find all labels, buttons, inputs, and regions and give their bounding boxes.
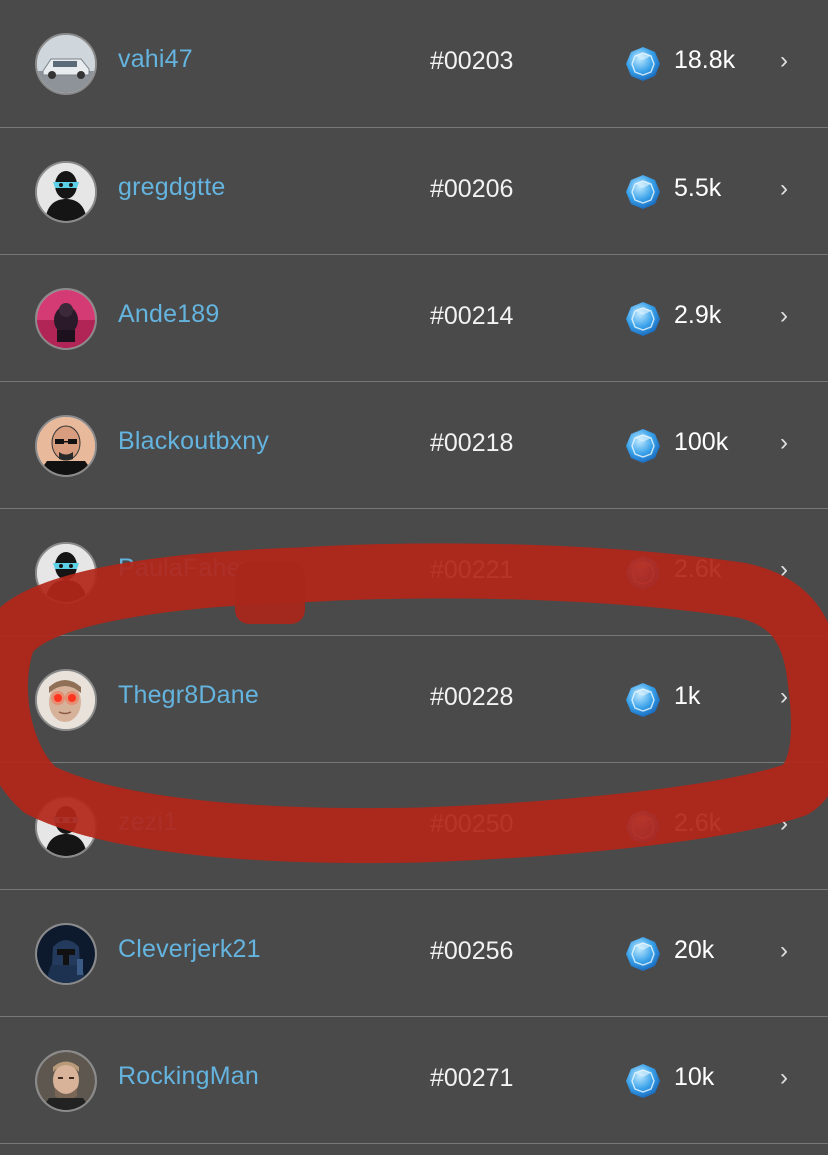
leaderboard-list: vahi47 #00203 18.8k › gregdgtte #00206 5… — [0, 0, 828, 1144]
player-rank: #00221 — [430, 556, 514, 584]
gem-score: 5.5k — [674, 174, 722, 202]
pink-photo-avatar[interactable] — [35, 288, 97, 350]
leaderboard-row[interactable]: zezi1 #00250 2.6k › — [0, 763, 828, 890]
leaderboard-row[interactable]: Cleverjerk21 #00256 20k › — [0, 890, 828, 1017]
player-rank: #00218 — [430, 429, 514, 457]
player-rank: #00256 — [430, 937, 514, 965]
player-rank: #00203 — [430, 47, 514, 75]
blue-gem-icon — [624, 1062, 662, 1100]
blue-gem-icon — [624, 300, 662, 338]
gem-score: 10k — [674, 1063, 715, 1091]
leaderboard-page: vahi47 #00203 18.8k › gregdgtte #00206 5… — [0, 0, 828, 1155]
player-rank: #00271 — [430, 1064, 514, 1092]
username-link[interactable]: RockingMan — [118, 1062, 259, 1091]
leaderboard-row[interactable]: RockingMan #00271 10k › — [0, 1017, 828, 1144]
masked-silhouette-avatar[interactable] — [35, 161, 97, 223]
leaderboard-row[interactable]: Ande189 #00214 2.9k › — [0, 255, 828, 382]
chevron-right-icon[interactable]: › — [780, 556, 788, 584]
blue-gem-icon — [624, 681, 662, 719]
armored-character-avatar[interactable] — [35, 923, 97, 985]
leaderboard-row[interactable]: Blackoutbxny #00218 100k › — [0, 382, 828, 509]
chevron-right-icon[interactable]: › — [780, 937, 788, 965]
gem-score: 2.9k — [674, 301, 722, 329]
blue-gem-icon — [624, 554, 662, 592]
car-avatar[interactable] — [35, 33, 97, 95]
gem-score: 20k — [674, 936, 715, 964]
username-link[interactable]: zezi1 — [118, 808, 177, 837]
blue-gem-icon — [624, 808, 662, 846]
username-link[interactable]: Blackoutbxny — [118, 427, 269, 456]
blue-gem-icon — [624, 427, 662, 465]
gem-score: 2.6k — [674, 555, 722, 583]
chevron-right-icon[interactable]: › — [780, 683, 788, 711]
chevron-right-icon[interactable]: › — [780, 302, 788, 330]
gem-score: 100k — [674, 428, 729, 456]
username-link[interactable]: gregdgtte — [118, 173, 225, 202]
blue-gem-icon — [624, 45, 662, 83]
leaderboard-row[interactable]: vahi47 #00203 18.8k › — [0, 0, 828, 128]
chevron-right-icon[interactable]: › — [780, 1064, 788, 1092]
username-link[interactable]: Cleverjerk21 — [118, 935, 261, 964]
username-link[interactable]: vahi47 — [118, 45, 193, 74]
chevron-right-icon[interactable]: › — [780, 175, 788, 203]
player-rank: #00228 — [430, 683, 514, 711]
chevron-right-icon[interactable]: › — [780, 429, 788, 457]
player-rank: #00250 — [430, 810, 514, 838]
gem-score: 2.6k — [674, 809, 722, 837]
leaderboard-row[interactable]: gregdgtte #00206 5.5k › — [0, 128, 828, 255]
leaderboard-row[interactable]: PaulaFahey #00221 2.6k › — [0, 509, 828, 636]
username-link[interactable]: Ande189 — [118, 300, 220, 329]
man-photo-avatar[interactable] — [35, 1050, 97, 1112]
gem-score: 18.8k — [674, 46, 736, 74]
chevron-right-icon[interactable]: › — [780, 47, 788, 75]
leaderboard-row[interactable]: Thegr8Dane #00228 1k › — [0, 636, 828, 763]
bald-man-avatar[interactable] — [35, 415, 97, 477]
username-link[interactable]: Thegr8Dane — [118, 681, 259, 710]
blue-gem-icon — [624, 173, 662, 211]
player-rank: #00214 — [430, 302, 514, 330]
blue-gem-icon — [624, 935, 662, 973]
masked-silhouette-avatar[interactable] — [35, 542, 97, 604]
gem-score: 1k — [674, 682, 701, 710]
username-link[interactable]: PaulaFahey — [118, 554, 253, 583]
masked-silhouette-avatar[interactable] — [35, 796, 97, 858]
player-rank: #00206 — [430, 175, 514, 203]
red-eyes-face-avatar[interactable] — [35, 669, 97, 731]
chevron-right-icon[interactable]: › — [780, 810, 788, 838]
